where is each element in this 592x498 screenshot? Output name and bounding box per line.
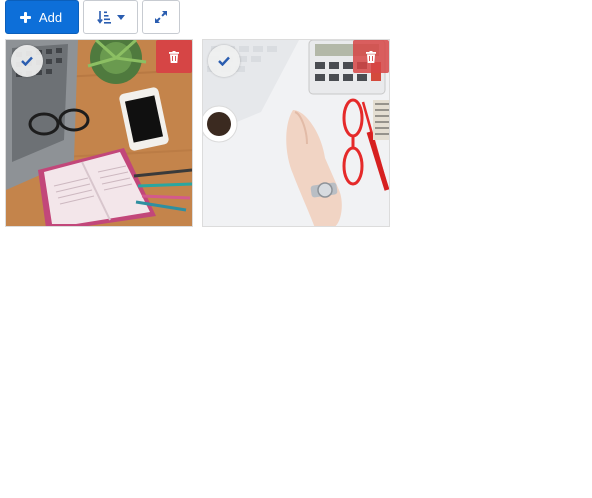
gallery-item[interactable] [5, 39, 193, 227]
check-icon [21, 56, 33, 66]
delete-button[interactable] [353, 40, 389, 73]
check-icon [218, 56, 230, 66]
expand-button[interactable] [142, 0, 180, 34]
add-button[interactable]: Add [5, 0, 79, 34]
add-button-label: Add [38, 9, 63, 25]
sort-dropdown-button[interactable] [83, 0, 138, 34]
trash-icon [366, 50, 376, 63]
plus-icon [19, 11, 31, 23]
select-toggle[interactable] [11, 45, 43, 77]
gallery-item[interactable] [202, 39, 390, 227]
chevron-down-icon [116, 14, 125, 20]
sort-amount-icon [96, 11, 111, 24]
toolbar: Add [5, 0, 180, 34]
trash-icon [169, 50, 179, 63]
expand-arrows-icon [155, 11, 167, 23]
delete-button[interactable] [156, 40, 192, 73]
select-toggle[interactable] [208, 45, 240, 77]
